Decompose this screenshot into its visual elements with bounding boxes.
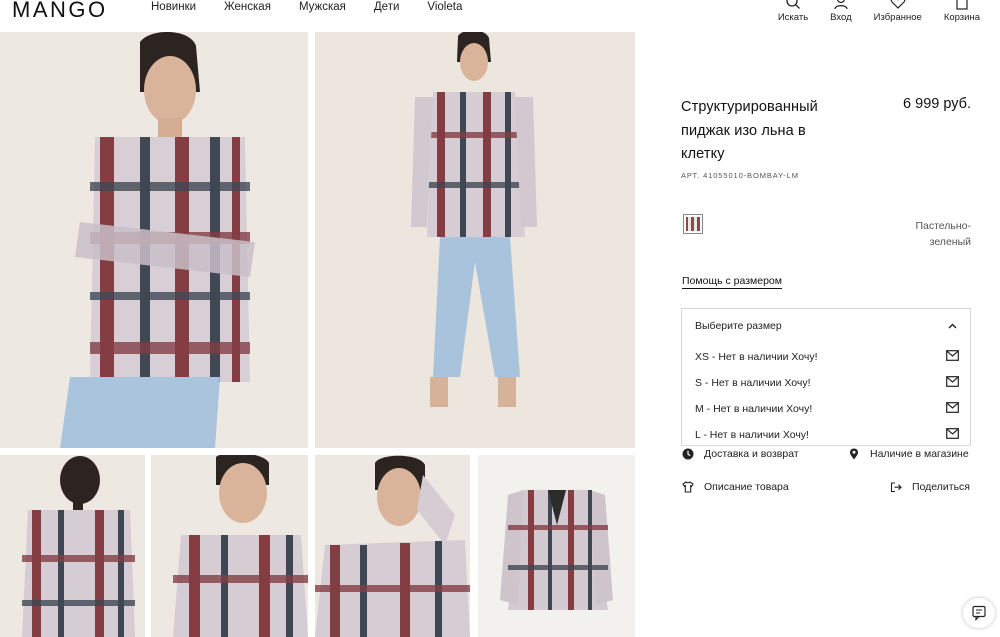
product-photo-back[interactable]: [0, 455, 145, 637]
model-hand-on-head-image: [315, 455, 470, 637]
cart-label: Корзина: [943, 12, 980, 23]
site-header: MANGO Новинки Женская Мужская Дети Viole…: [0, 0, 1000, 30]
header-actions: Искать Вход Избранное Корзина: [756, 0, 980, 23]
main-nav: Новинки Женская Мужская Дети Violeta: [151, 0, 490, 14]
swatch-pattern: [686, 217, 700, 231]
share-icon: [890, 482, 902, 493]
size-option-s[interactable]: S - Нет в наличии Хочу!: [695, 373, 959, 391]
color-swatch[interactable]: [683, 214, 703, 234]
location-pin-icon: [850, 448, 858, 460]
product-photo-closeup[interactable]: [151, 455, 308, 637]
store-availability-link[interactable]: Наличие в магазине: [848, 448, 969, 460]
size-help-link[interactable]: Помощь с размером: [682, 275, 782, 289]
size-selector[interactable]: Выберите размер XS - Нет в наличии Хочу!…: [681, 308, 971, 446]
size-option-m[interactable]: M - Нет в наличии Хочу!: [695, 399, 959, 417]
clock-icon: [682, 448, 694, 460]
size-option-xs[interactable]: XS - Нет в наличии Хочу!: [695, 347, 959, 365]
product-price: 6 999 руб.: [903, 96, 971, 112]
product-photo-hand-on-head[interactable]: [315, 455, 470, 637]
store-availability-label: Наличие в магазине: [870, 448, 969, 460]
product-photo-crossed-arms[interactable]: [0, 32, 308, 448]
size-option-label: S - Нет в наличии Хочу!: [695, 377, 811, 389]
chat-icon: [972, 605, 986, 621]
user-icon: [834, 0, 848, 10]
mail-icon[interactable]: [946, 376, 959, 387]
size-option-label: L - Нет в наличии Хочу!: [695, 429, 809, 441]
size-option-label: M - Нет в наличии Хочу!: [695, 403, 813, 415]
nav-item-violeta[interactable]: Violeta: [427, 0, 462, 14]
size-selector-header[interactable]: Выберите размер: [695, 320, 782, 332]
search-label: Искать: [777, 12, 809, 23]
product-info: Структурированный пиджак изо льна в клет…: [681, 96, 971, 446]
model-closeup-image: [151, 455, 308, 637]
favorites-label: Избранное: [873, 12, 922, 23]
search-icon: [786, 0, 800, 9]
heart-icon: [890, 0, 906, 9]
nav-item-kids[interactable]: Дети: [374, 0, 400, 14]
nav-item-women[interactable]: Женская: [224, 0, 271, 14]
share-link[interactable]: Поделиться: [890, 481, 970, 493]
product-description-link[interactable]: Описание товара: [682, 481, 789, 493]
product-description-label: Описание товара: [704, 481, 789, 493]
bag-icon: [956, 0, 968, 10]
jacket-flatlay-image: [478, 455, 635, 637]
mail-icon[interactable]: [946, 402, 959, 413]
login-label: Вход: [830, 12, 852, 23]
model-back-image: [0, 455, 145, 637]
tshirt-icon: [682, 481, 694, 493]
color-name: Пастельно-зеленый: [915, 220, 971, 248]
product-photo-flatlay[interactable]: [478, 455, 635, 637]
delivery-returns-link[interactable]: Доставка и возврат: [682, 448, 799, 460]
mail-icon[interactable]: [946, 350, 959, 361]
login-button[interactable]: Вход: [830, 0, 852, 23]
favorites-button[interactable]: Избранное: [874, 0, 922, 23]
product-article: АРТ. 41055010-BOMBAY-LM: [681, 170, 799, 180]
product-title: Структурированный пиджак изо льна в клет…: [681, 99, 818, 162]
nav-item-new[interactable]: Новинки: [151, 0, 196, 14]
size-option-l[interactable]: L - Нет в наличии Хочу!: [695, 425, 959, 443]
model-crossed-arms-image: [0, 32, 308, 448]
model-full-length-image: [315, 32, 635, 448]
chat-button[interactable]: [963, 598, 995, 628]
search-button[interactable]: Искать: [778, 0, 808, 23]
brand-logo[interactable]: MANGO: [12, 0, 108, 23]
delivery-returns-label: Доставка и возврат: [704, 448, 799, 460]
cart-button[interactable]: Корзина: [944, 0, 980, 23]
product-photo-full-length[interactable]: [315, 32, 635, 448]
mail-icon[interactable]: [946, 428, 959, 439]
chevron-up-icon[interactable]: [948, 323, 957, 329]
size-option-label: XS - Нет в наличии Хочу!: [695, 351, 818, 363]
share-label: Поделиться: [912, 481, 970, 493]
nav-item-men[interactable]: Мужская: [299, 0, 346, 14]
